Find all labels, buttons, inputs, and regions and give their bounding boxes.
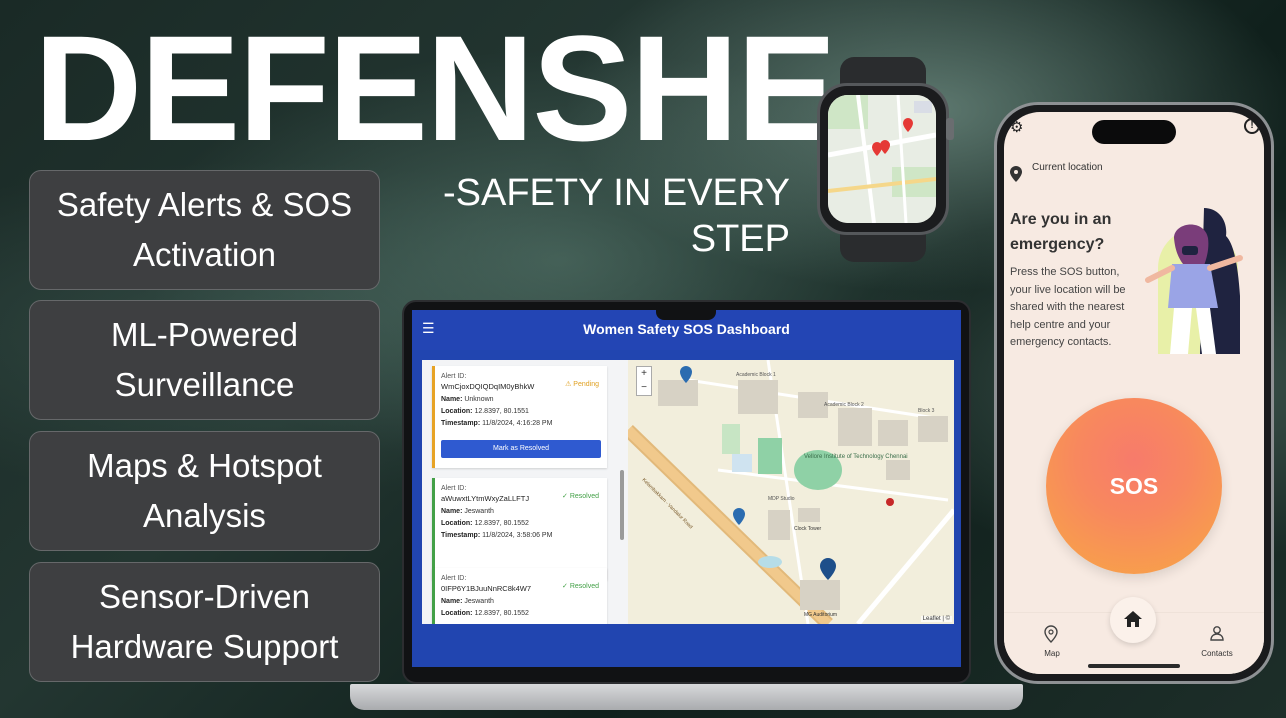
dashboard-title: Women Safety SOS Dashboard xyxy=(583,321,790,337)
emergency-question: Are you in an emergency? xyxy=(1010,211,1112,253)
home-indicator xyxy=(1088,664,1180,668)
nav-home-button[interactable] xyxy=(1110,597,1156,643)
location-label: Location: xyxy=(441,408,473,415)
phone-screen: ⚙ ! Current location Are you in an emerg… xyxy=(1004,112,1264,674)
laptop-notch xyxy=(656,310,716,320)
woman-illustration xyxy=(1145,208,1243,354)
map-label-auditorium: MG Auditorium xyxy=(804,612,837,618)
zoom-out-button[interactable]: − xyxy=(637,381,651,395)
zoom-in-button[interactable]: + xyxy=(637,367,651,381)
alert-list: Alert ID: WmCjoxDQIQDqIM0yBhkW ⚠ Pending… xyxy=(422,360,628,624)
alert-list-scrollbar[interactable] xyxy=(620,470,624,540)
alert-name-row: Name: Unknown xyxy=(441,396,601,403)
alert-card[interactable]: Alert ID: WmCjoxDQIQDqIM0yBhkW ⚠ Pending… xyxy=(432,366,607,468)
alert-timestamp-row: Timestamp: 11/8/2024, 4:16:28 PM xyxy=(441,420,601,427)
alert-name-row: Name: Jeswanth xyxy=(441,508,601,515)
location-value: 12.8397, 80.1552 xyxy=(474,520,529,527)
mark-resolved-button[interactable]: Mark as Resolved xyxy=(441,440,601,458)
map-label-block1: Academic Block 1 xyxy=(736,372,776,378)
map-zoom-control: + − xyxy=(636,366,652,396)
timestamp-label: Timestamp: xyxy=(441,532,481,539)
dynamic-island xyxy=(1092,120,1176,144)
nav-contacts-label[interactable]: Contacts xyxy=(1194,649,1240,658)
alert-card[interactable]: Alert ID: aWuwxtLYtmWxyZaLLFTJ ✓ Resolve… xyxy=(432,478,607,580)
alert-card[interactable]: Alert ID: 0IFP6Y1BJuuNnRC8k4W7 ✓ Resolve… xyxy=(432,568,607,624)
status-text: Resolved xyxy=(569,583,599,590)
timestamp-value: 11/8/2024, 4:16:28 PM xyxy=(482,420,553,427)
current-location-label: Current location xyxy=(1032,162,1103,173)
timestamp-label: Timestamp: xyxy=(441,420,481,427)
sos-description: Press the SOS button, your live location… xyxy=(1010,266,1126,348)
map-label-block2: Academic Block 2 xyxy=(824,402,864,408)
contacts-icon[interactable] xyxy=(1209,625,1225,641)
alert-location-row: Location: 12.8397, 80.1552 xyxy=(441,520,601,527)
name-label: Name: xyxy=(441,598,463,605)
timestamp-value: 11/8/2024, 3:58:06 PM xyxy=(482,532,553,539)
gear-icon[interactable]: ⚙ xyxy=(1010,118,1023,136)
nav-map-label[interactable]: Map xyxy=(1036,649,1068,658)
alert-id-label: Alert ID: xyxy=(441,485,467,492)
location-value: 12.8397, 80.1552 xyxy=(474,610,529,617)
map-graphic: Vellore Institute of Technology Chennai … xyxy=(628,360,954,624)
location-pin-icon xyxy=(1010,166,1022,182)
alert-location-row: Location: 12.8397, 80.1551 xyxy=(441,408,601,415)
dashboard-body: Alert ID: WmCjoxDQIQDqIM0yBhkW ⚠ Pending… xyxy=(422,360,954,624)
map-label-campus: Vellore Institute of Technology Chennai xyxy=(804,454,908,460)
hospital-marker xyxy=(886,498,894,506)
hero-subtitle: -SAFETY IN EVERY STEP xyxy=(442,172,790,260)
map-label-block3: Block 3 xyxy=(918,408,935,414)
name-value: Unknown xyxy=(464,396,494,403)
name-label: Name: xyxy=(441,396,463,403)
campus-map[interactable]: Vellore Institute of Technology Chennai … xyxy=(628,360,954,624)
name-value: Jeswanth xyxy=(464,508,494,515)
status-badge: ✓ Resolved xyxy=(562,493,599,500)
status-badge: ✓ Resolved xyxy=(562,583,599,590)
map-label-clock-tower: Clock Tower xyxy=(794,526,821,532)
home-icon xyxy=(1124,611,1142,627)
location-label: Location: xyxy=(441,520,473,527)
alert-timestamp-row: Timestamp: 11/8/2024, 3:58:06 PM xyxy=(441,532,601,539)
name-value: Jeswanth xyxy=(464,598,494,605)
sos-button[interactable]: SOS xyxy=(1046,398,1222,574)
name-label: Name: xyxy=(441,508,463,515)
alert-location-row: Location: 12.8397, 80.1552 xyxy=(441,610,601,617)
feature-card-ml: ML-Powered Surveillance xyxy=(29,300,380,420)
hero-title: DEFENSHE xyxy=(34,4,837,172)
location-value: 12.8397, 80.1551 xyxy=(474,408,529,415)
status-badge: ⚠ Pending xyxy=(565,381,599,388)
watch-map-graphic xyxy=(828,95,936,223)
info-icon[interactable]: ! xyxy=(1244,118,1260,134)
map-pin-nav-icon[interactable] xyxy=(1044,625,1058,643)
bottom-navigation: Map Contacts xyxy=(1004,597,1264,674)
status-text: Pending xyxy=(573,381,599,388)
feature-card-maps: Maps & Hotspot Analysis xyxy=(29,431,380,551)
alert-id-label: Alert ID: xyxy=(441,373,467,380)
laptop-base xyxy=(350,684,1023,710)
feature-card-sos: Safety Alerts & SOS Activation xyxy=(29,170,380,290)
dashboard-screen: ☰ Women Safety SOS Dashboard Alert ID: W… xyxy=(412,310,961,667)
watch-crown xyxy=(946,118,954,140)
map-attribution[interactable]: Leaflet | © xyxy=(920,616,952,622)
status-text: Resolved xyxy=(569,493,599,500)
map-label-mdp: MDP Studio xyxy=(768,496,795,502)
alert-name-row: Name: Jeswanth xyxy=(441,598,601,605)
watch-map-screen xyxy=(828,95,936,223)
location-label: Location: xyxy=(441,610,473,617)
alert-id-label: Alert ID: xyxy=(441,575,467,582)
feature-card-sensor: Sensor-Driven Hardware Support xyxy=(29,562,380,682)
